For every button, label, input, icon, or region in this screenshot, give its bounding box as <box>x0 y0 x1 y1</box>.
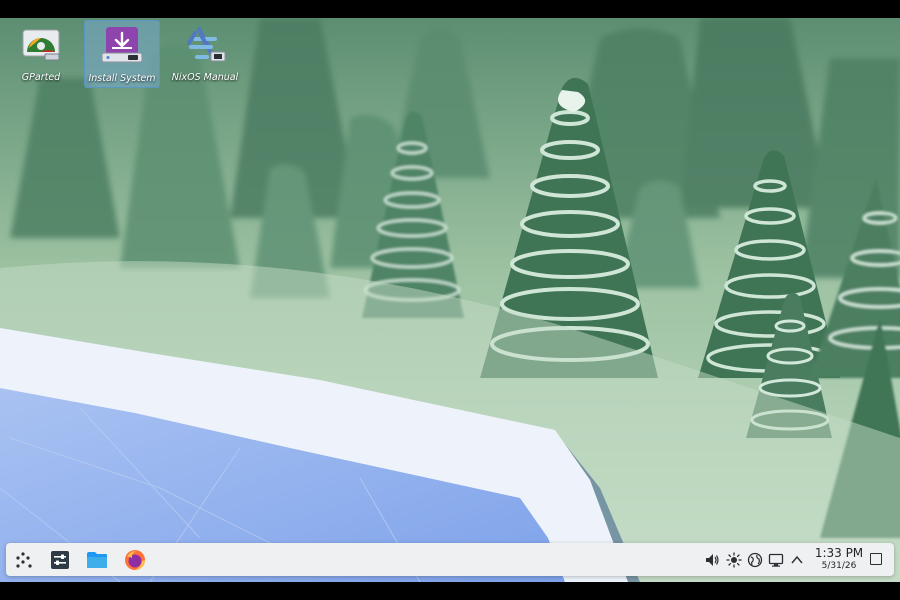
chevron-up-icon[interactable] <box>789 552 805 568</box>
wallpaper <box>0 18 900 582</box>
install-system-label: Install System <box>88 73 156 84</box>
taskbar: 1:33 PM 5/31/26 <box>6 543 894 576</box>
clock[interactable]: 1:33 PM 5/31/26 <box>804 546 874 572</box>
display-icon[interactable] <box>768 552 784 568</box>
firefox-button[interactable] <box>122 547 148 573</box>
brightness-icon[interactable] <box>726 552 742 568</box>
desktop[interactable]: GParted Install System NixOS Manual 1:33… <box>0 18 900 582</box>
system-settings-button[interactable] <box>47 547 73 573</box>
top-letterbox <box>0 0 900 18</box>
application-launcher-button[interactable] <box>11 547 37 573</box>
bottom-letterbox <box>0 582 900 600</box>
desktop-icon-nixos-manual[interactable]: NixOS Manual <box>167 20 243 88</box>
install-system-icon <box>101 27 143 63</box>
show-desktop-icon[interactable] <box>870 553 882 565</box>
desktop-icon-install-system[interactable]: Install System <box>84 20 160 88</box>
nixos-manual-label: NixOS Manual <box>171 72 239 83</box>
clock-date: 5/31/26 <box>821 561 857 571</box>
settings-icon <box>51 551 69 569</box>
speaker-icon[interactable] <box>704 552 720 568</box>
nixos-snowflake-icon <box>187 27 226 62</box>
globe-icon[interactable] <box>747 552 763 568</box>
gparted-icon <box>22 29 60 61</box>
firefox-icon <box>125 550 145 570</box>
gparted-label: GParted <box>21 72 61 83</box>
file-manager-button[interactable] <box>84 547 110 573</box>
desktop-icon-gparted[interactable]: GParted <box>3 20 79 88</box>
app-launcher-icon <box>16 552 32 568</box>
clock-time: 1:33 PM <box>814 546 864 560</box>
folder-icon <box>87 552 107 568</box>
